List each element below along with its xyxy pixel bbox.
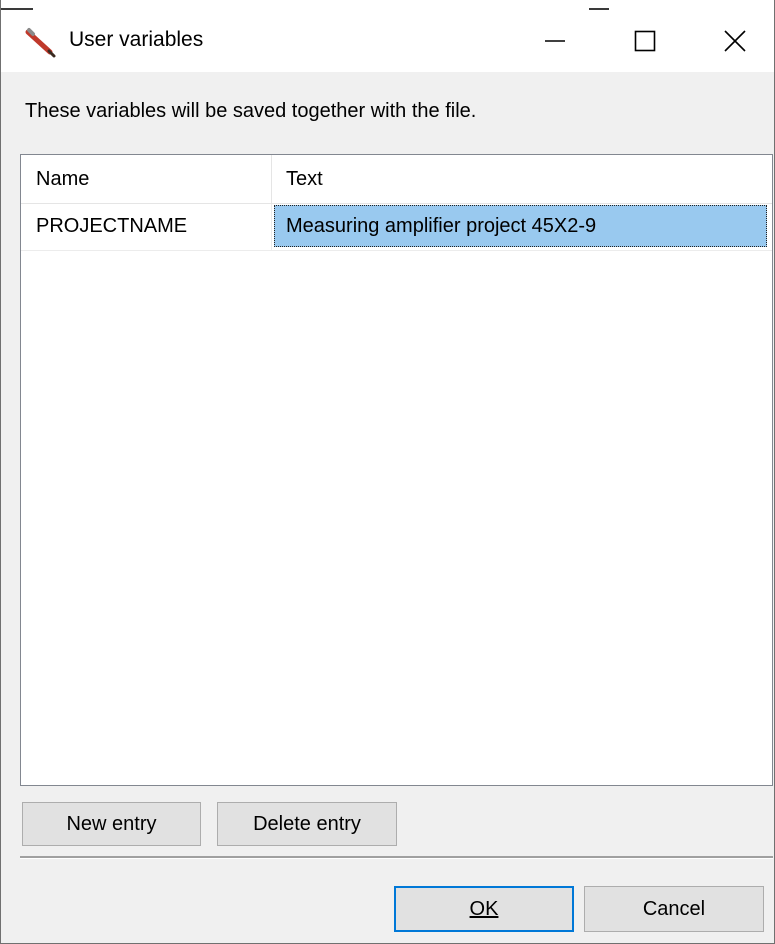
delete-entry-button[interactable]: Delete entry: [217, 802, 397, 846]
minimize-button[interactable]: [515, 12, 595, 70]
ok-button[interactable]: OK: [394, 886, 574, 932]
grid-header: Name Text: [21, 155, 772, 204]
variable-text-value: Measuring amplifier project 45X2-9: [286, 215, 597, 237]
minimize-icon: [545, 40, 565, 42]
maximize-button[interactable]: [605, 12, 685, 70]
ok-button-label: OK: [469, 897, 499, 920]
column-divider[interactable]: [271, 155, 272, 203]
divider: [20, 856, 773, 859]
variable-text-cell[interactable]: Measuring amplifier project 45X2-9: [274, 205, 767, 247]
variables-grid[interactable]: Name Text PROJECTNAME Measuring amplifie…: [20, 154, 773, 786]
window-top-edge: [1, 0, 774, 10]
window-title: User variables: [69, 28, 204, 51]
close-icon: [724, 30, 746, 52]
cancel-button[interactable]: Cancel: [584, 886, 764, 932]
user-variables-dialog: User variables These variables will be s…: [0, 0, 775, 944]
title-bar[interactable]: User variables: [1, 0, 774, 72]
description-label: These variables will be saved together w…: [25, 100, 477, 122]
new-entry-button[interactable]: New entry: [22, 802, 201, 846]
close-button[interactable]: [695, 12, 775, 70]
pencil-icon: [23, 26, 59, 60]
column-header-name[interactable]: Name: [36, 168, 89, 191]
cell-divider: [271, 204, 272, 250]
maximize-icon: [634, 30, 656, 52]
column-header-text[interactable]: Text: [286, 168, 323, 191]
table-row[interactable]: PROJECTNAME Measuring amplifier project …: [21, 204, 772, 251]
variable-name-cell[interactable]: PROJECTNAME: [36, 215, 187, 238]
